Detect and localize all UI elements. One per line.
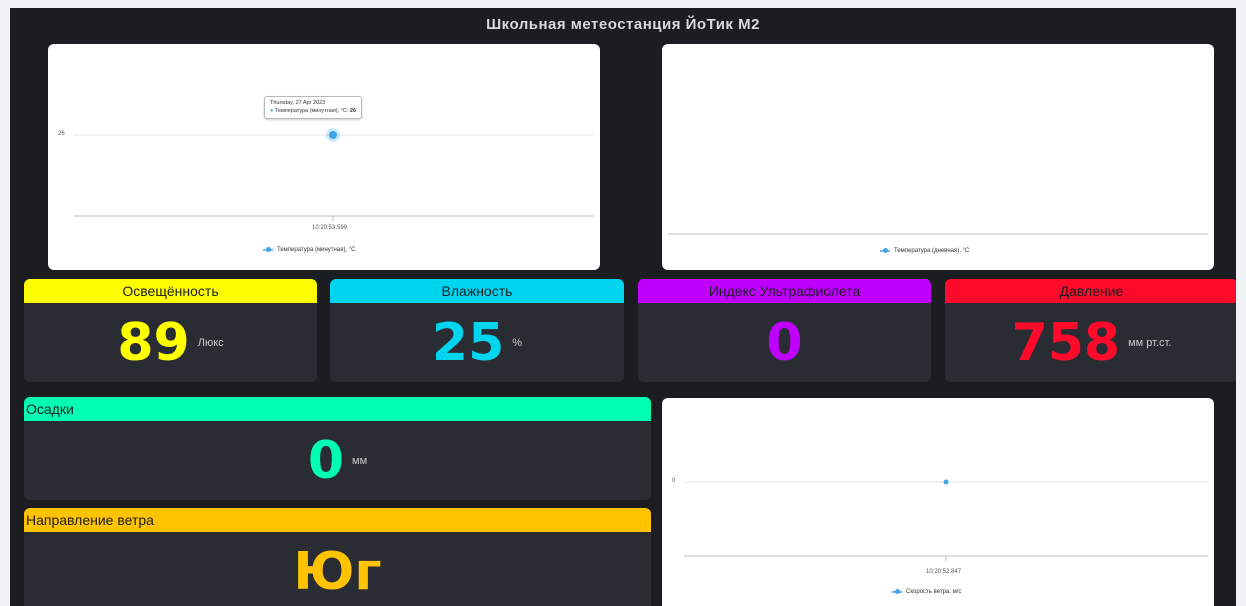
chart-temperature-minute[interactable]: 26 10:20:53.599 Thursday, 27 Apr 2023 ● … bbox=[48, 44, 600, 270]
tile-uv-body: 0 bbox=[638, 303, 931, 382]
tile-humidity-header: Влажность bbox=[330, 279, 624, 303]
chart-legend[interactable]: Температура (дневная), °C bbox=[880, 248, 969, 254]
legend-marker-icon bbox=[880, 248, 890, 253]
tile-label: Освещённость bbox=[122, 283, 219, 299]
tile-precipitation: Осадки 0 мм bbox=[24, 397, 651, 500]
illuminance-unit: Люкс bbox=[197, 336, 224, 349]
tile-humidity-body: 25 % bbox=[330, 303, 624, 382]
precipitation-value: 0 bbox=[307, 430, 345, 491]
legend-marker-icon bbox=[263, 247, 273, 252]
tile-label: Направление ветра bbox=[26, 512, 154, 528]
pressure-unit: мм рт.ст. bbox=[1128, 336, 1172, 349]
tile-illuminance-body: 89 Люкс bbox=[24, 303, 317, 382]
tile-label: Осадки bbox=[26, 401, 74, 417]
uv-value: 0 bbox=[766, 312, 803, 373]
tile-illuminance: Освещённость 89 Люкс bbox=[24, 279, 317, 382]
tile-pressure: Давление 758 мм рт.ст. bbox=[945, 279, 1236, 382]
tooltip-row: ● Температура (минутная), °C: 26 bbox=[270, 107, 357, 114]
tile-uv-index: Индекс Ультрафиолета 0 bbox=[638, 279, 931, 382]
tile-pressure-header: Давление bbox=[945, 279, 1236, 303]
tile-wind-direction: Направление ветра Юг bbox=[24, 508, 651, 606]
precipitation-unit: мм bbox=[352, 454, 368, 467]
tile-precipitation-body: 0 мм bbox=[24, 421, 651, 500]
dashboard: Школьная метеостанция ЙоТик М2 26 10:20:… bbox=[10, 8, 1236, 606]
chart-temperature-daily-svg bbox=[668, 233, 1208, 235]
tile-precipitation-header: Осадки bbox=[24, 397, 651, 421]
legend-label: Температура (дневная), °C bbox=[894, 248, 970, 254]
data-point[interactable] bbox=[943, 479, 949, 485]
y-tick-label: 26 bbox=[58, 131, 65, 137]
tile-label: Индекс Ультрафиолета bbox=[708, 283, 861, 299]
tile-label: Влажность bbox=[441, 283, 513, 299]
chart-legend[interactable]: Скорость ветра, м/с bbox=[892, 589, 961, 595]
dashboard-title: Школьная метеостанция ЙоТик М2 bbox=[486, 15, 760, 33]
legend-marker-icon bbox=[892, 589, 902, 594]
humidity-value: 25 bbox=[431, 312, 505, 373]
pressure-value: 758 bbox=[1011, 312, 1121, 373]
chart-wind-speed[interactable]: 0 10:20:52.847 Скорость ветра, м/с bbox=[662, 398, 1214, 606]
tooltip-date: Thursday, 27 Apr 2023 bbox=[270, 100, 326, 106]
tile-label: Давление bbox=[1059, 283, 1124, 299]
tile-uv-header: Индекс Ультрафиолета bbox=[638, 279, 931, 303]
tile-pressure-body: 758 мм рт.ст. bbox=[945, 303, 1236, 382]
x-tick-label: 10:20:53.599 bbox=[312, 225, 348, 231]
tooltip-series: Температура (минутная), °C: bbox=[274, 107, 349, 114]
chart-temperature-daily[interactable]: Температура (дневная), °C bbox=[662, 44, 1214, 270]
chart-legend[interactable]: Температура (минутная), °C bbox=[263, 247, 356, 253]
tile-wind-direction-body: Юг bbox=[24, 532, 651, 606]
tile-illuminance-header: Освещённость bbox=[24, 279, 317, 303]
x-tick-label: 10:20:52.847 bbox=[926, 569, 962, 575]
data-point[interactable] bbox=[329, 131, 337, 139]
tooltip-value: 26 bbox=[349, 107, 357, 114]
legend-label: Скорость ветра, м/с bbox=[906, 589, 962, 595]
illuminance-value: 89 bbox=[117, 312, 190, 373]
y-tick-label: 0 bbox=[672, 478, 676, 484]
chart-temperature-minute-svg bbox=[74, 128, 594, 221]
legend-label: Температура (минутная), °C bbox=[277, 247, 356, 253]
wind-direction-value: Юг bbox=[293, 542, 382, 602]
humidity-unit: % bbox=[512, 336, 523, 349]
tile-humidity: Влажность 25 % bbox=[330, 279, 624, 382]
tile-wind-direction-header: Направление ветра bbox=[24, 508, 651, 532]
chart-tooltip: Thursday, 27 Apr 2023 ● Температура (мин… bbox=[264, 96, 363, 120]
